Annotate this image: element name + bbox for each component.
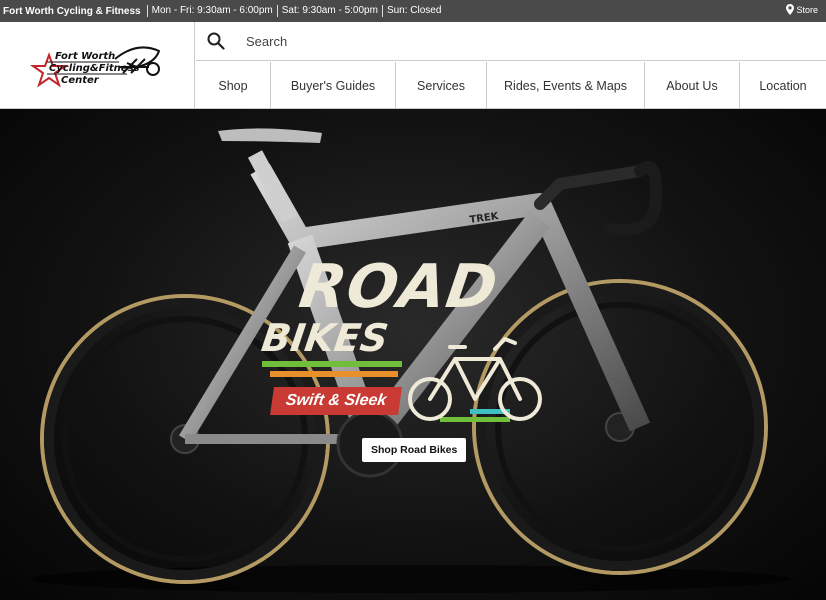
logo-line-2: Cycling&Fitness [49,63,140,74]
nav-item-location[interactable]: Location [740,62,826,109]
search-input[interactable] [236,33,796,49]
store-info-bar: Fort Worth Cycling & Fitness Mon - Fri: … [0,0,826,22]
store-logo[interactable]: Fort Worth Cycling&Fitness Center [0,22,195,109]
map-pin-icon [786,4,795,15]
site-header: Fort Worth Cycling&Fitness Center Shop B… [0,22,826,109]
logo-graphic: Fort Worth Cycling&Fitness Center [29,45,161,88]
search-icon[interactable] [196,32,236,50]
stripe-orange [270,371,398,377]
stripe-green [262,361,402,367]
logo-line-1: Fort Worth [55,51,115,62]
hours-saturday: Sat: 9:30am - 5:00pm [276,5,382,17]
nav-item-about-us[interactable]: About Us [645,62,740,109]
hero-banner: TREK ROAD BIKES Swift & Sleek Shop Road … [0,109,826,600]
hours-sunday: Sun: Closed [381,5,445,17]
store-name: Fort Worth Cycling & Fitness [3,5,141,17]
nav-item-shop[interactable]: Shop [196,62,271,109]
nav-item-services[interactable]: Services [396,62,487,109]
logo-line-3: Center [61,75,100,86]
main-nav: Shop Buyer's Guides Services Rides, Even… [196,62,826,109]
store-link-label: Store [796,4,818,15]
nav-item-rides-events-maps[interactable]: Rides, Events & Maps [487,62,645,109]
hero-headline-road: ROAD [295,252,503,322]
stripe-green-right [440,417,510,422]
hours-weekdays: Mon - Fri: 9:30am - 6:00pm [146,5,277,17]
shop-road-bikes-button[interactable]: Shop Road Bikes [362,438,467,462]
hero-tagline: Swift & Sleek [270,387,402,415]
store-location-link[interactable]: Store [786,4,818,15]
road-bike-image: TREK [30,128,790,593]
hero-headline-bikes: BIKES [258,316,391,360]
nav-item-buyers-guides[interactable]: Buyer's Guides [271,62,396,109]
search-bar [196,22,826,61]
